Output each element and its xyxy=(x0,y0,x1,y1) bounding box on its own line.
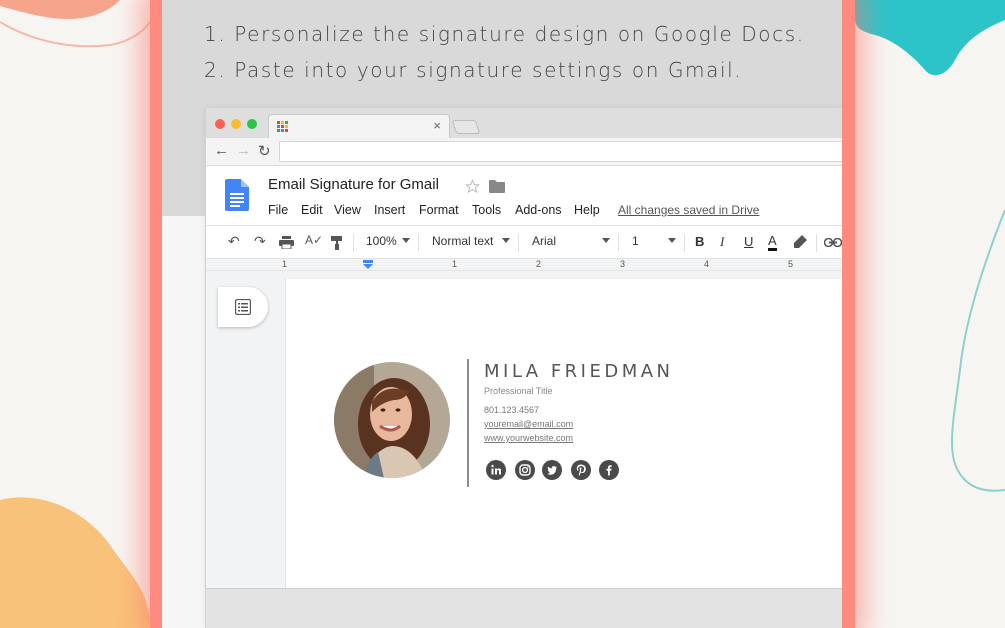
menu-add-ons[interactable]: Add-ons xyxy=(515,203,562,217)
docs-header: Email Signature for Gmail File Edit View… xyxy=(206,166,842,224)
star-icon[interactable] xyxy=(465,179,480,194)
signature-divider xyxy=(467,359,469,487)
toolbar-separator xyxy=(618,234,619,252)
document-outline-button[interactable] xyxy=(218,287,268,327)
pinterest-icon[interactable] xyxy=(571,460,591,480)
outline-list-icon xyxy=(235,299,251,315)
ruler: 1 1 2 3 4 5 xyxy=(206,259,842,271)
font-size-select[interactable]: 1 xyxy=(632,234,639,248)
toolbar-separator xyxy=(684,234,685,252)
tab-bar: × xyxy=(206,108,842,138)
redo-icon[interactable]: ↷ xyxy=(254,233,266,250)
menu-view[interactable]: View xyxy=(334,203,361,217)
formatting-toolbar: ↶ ↷ A✓ 100% Normal text Arial 1 B I U A xyxy=(206,225,842,259)
indent-marker-icon[interactable] xyxy=(363,260,373,269)
browser-tab[interactable]: × xyxy=(268,114,450,138)
chevron-down-icon[interactable] xyxy=(668,238,676,243)
menu-insert[interactable]: Insert xyxy=(374,203,405,217)
reload-icon[interactable]: ↻ xyxy=(258,142,271,160)
chevron-down-icon[interactable] xyxy=(602,238,610,243)
new-tab-button[interactable] xyxy=(451,120,481,134)
instruction-step-2: 2. Paste into your signature settings on… xyxy=(204,58,743,82)
document-title[interactable]: Email Signature for Gmail xyxy=(268,176,439,193)
folder-icon[interactable] xyxy=(489,180,505,193)
ruler-label: 1 xyxy=(282,259,288,269)
ruler-label: 2 xyxy=(536,259,542,269)
menu-edit[interactable]: Edit xyxy=(301,203,323,217)
chevron-down-icon[interactable] xyxy=(402,238,410,243)
menu-file[interactable]: File xyxy=(268,203,288,217)
menu-help[interactable]: Help xyxy=(574,203,600,217)
browser-window: × ← → ↻ Email Signature for Gmail File E… xyxy=(205,108,842,628)
toolbar-separator xyxy=(418,234,419,252)
instruction-step-1: 1. Personalize the signature design on G… xyxy=(204,22,805,46)
minimize-window-button[interactable] xyxy=(231,119,241,129)
save-status-link[interactable]: All changes saved in Drive xyxy=(618,203,759,217)
decorative-salmon-blob xyxy=(0,0,150,48)
address-bar-row: ← → ↻ xyxy=(206,138,842,166)
forward-arrow-icon[interactable]: → xyxy=(236,142,251,159)
signature-website-link[interactable]: www.yourwebsite.com xyxy=(484,433,573,443)
paint-format-icon[interactable] xyxy=(331,236,343,250)
document-page[interactable]: MILA FRIEDMAN Professional Title 801.123… xyxy=(285,279,842,589)
ruler-label: 3 xyxy=(620,259,626,269)
chevron-down-icon[interactable] xyxy=(502,238,510,243)
menu-format[interactable]: Format xyxy=(419,203,459,217)
ruler-label: 1 xyxy=(452,259,458,269)
decorative-teal-line xyxy=(951,209,1005,492)
highlight-pen-icon[interactable] xyxy=(794,235,807,249)
maximize-window-button[interactable] xyxy=(247,119,257,129)
spellcheck-icon[interactable]: A✓ xyxy=(305,233,323,247)
signature-name: MILA FRIEDMAN xyxy=(484,361,674,382)
document-area: MILA FRIEDMAN Professional Title 801.123… xyxy=(206,271,842,589)
facebook-icon[interactable] xyxy=(599,460,619,480)
font-family-select[interactable]: Arial xyxy=(532,234,556,248)
zoom-select[interactable]: 100% xyxy=(366,234,397,248)
menu-tools[interactable]: Tools xyxy=(472,203,501,217)
browser-bottom-strip xyxy=(206,588,842,628)
url-input[interactable] xyxy=(279,141,842,162)
toolbar-separator xyxy=(518,234,519,252)
link-icon[interactable] xyxy=(824,238,842,247)
toolbar-separator xyxy=(353,234,354,252)
signature-email-link[interactable]: youremail@email.com xyxy=(484,419,573,429)
ruler-label: 5 xyxy=(788,259,794,269)
bold-button[interactable]: B xyxy=(695,234,704,249)
content-panel: 1. Personalize the signature design on G… xyxy=(162,0,842,628)
profile-photo xyxy=(334,362,450,478)
signature-title: Professional Title xyxy=(484,386,553,396)
close-window-button[interactable] xyxy=(215,119,225,129)
instagram-icon[interactable] xyxy=(515,460,535,480)
underline-button[interactable]: U xyxy=(744,234,753,249)
paragraph-style-select[interactable]: Normal text xyxy=(432,234,493,248)
apps-grid-icon xyxy=(277,121,288,132)
undo-icon[interactable]: ↶ xyxy=(228,233,240,250)
decorative-teal-blob xyxy=(855,0,1005,76)
linkedin-icon[interactable] xyxy=(486,460,506,480)
back-arrow-icon[interactable]: ← xyxy=(214,142,229,159)
text-color-button[interactable]: A xyxy=(768,234,777,251)
signature-phone: 801.123.4567 xyxy=(484,405,540,415)
print-icon[interactable] xyxy=(279,236,294,249)
ruler-label: 4 xyxy=(704,259,710,269)
decorative-orange-blob xyxy=(0,497,150,628)
italic-button[interactable]: I xyxy=(720,234,724,250)
toolbar-separator xyxy=(816,234,817,252)
google-docs-logo-icon[interactable] xyxy=(225,179,249,211)
tab-close-icon[interactable]: × xyxy=(433,118,441,133)
twitter-icon[interactable] xyxy=(542,460,562,480)
